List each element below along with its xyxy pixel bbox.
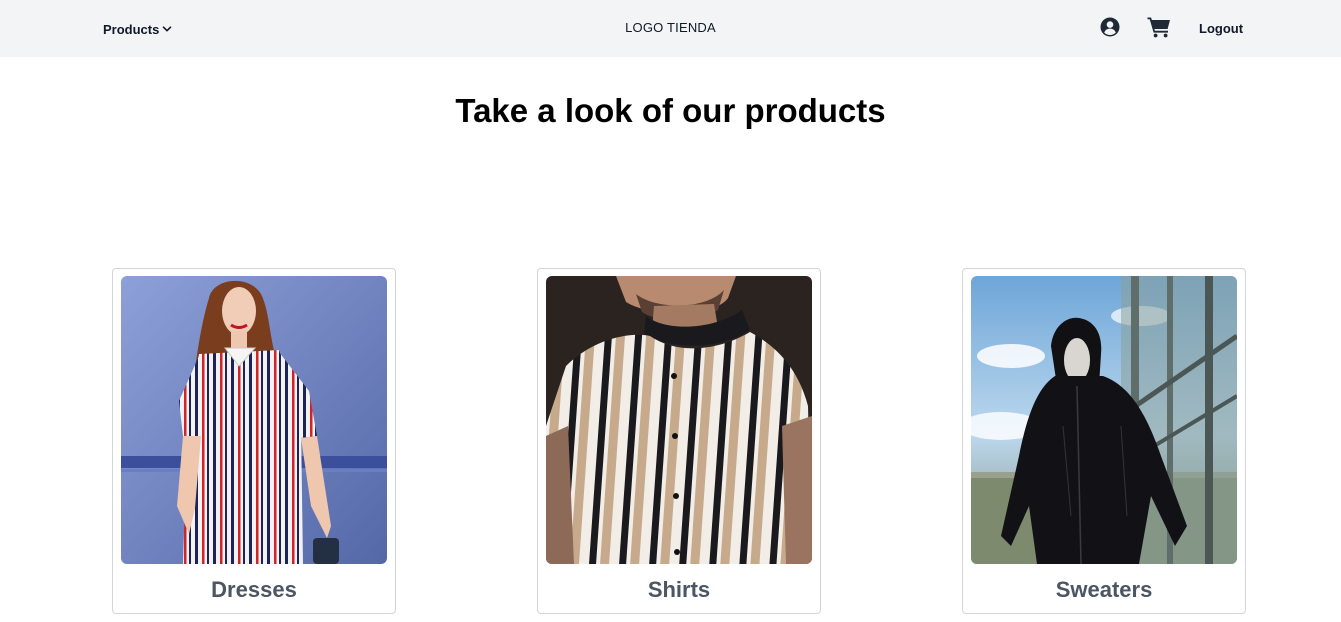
- user-circle-icon[interactable]: [1100, 17, 1120, 37]
- striped-dress-photo[interactable]: [121, 276, 387, 564]
- category-label-sweaters: Sweaters: [1055, 577, 1153, 602]
- category-label-shirts: Shirts: [647, 577, 711, 602]
- shopping-cart-icon[interactable]: [1147, 16, 1171, 38]
- category-label-dresses: Dresses: [211, 577, 297, 602]
- black-hoodie-photo[interactable]: [971, 276, 1237, 564]
- page-title: Take a look of our products: [455, 92, 886, 129]
- dress-image-graphic: [121, 276, 387, 564]
- store-logo[interactable]: LOGO TIENDA: [0, 20, 1341, 35]
- shirt-image-graphic: [546, 276, 812, 564]
- striped-shirt-photo[interactable]: [546, 276, 812, 564]
- logout-link[interactable]: Logout: [1199, 21, 1243, 36]
- sweater-image-graphic: [971, 276, 1237, 564]
- category-card-dresses[interactable]: Dresses: [112, 268, 396, 614]
- top-navbar: Products LOGO TIENDA Logout: [0, 0, 1341, 57]
- category-card-shirts[interactable]: Shirts: [537, 268, 821, 614]
- category-card-sweaters[interactable]: Sweaters: [962, 268, 1246, 614]
